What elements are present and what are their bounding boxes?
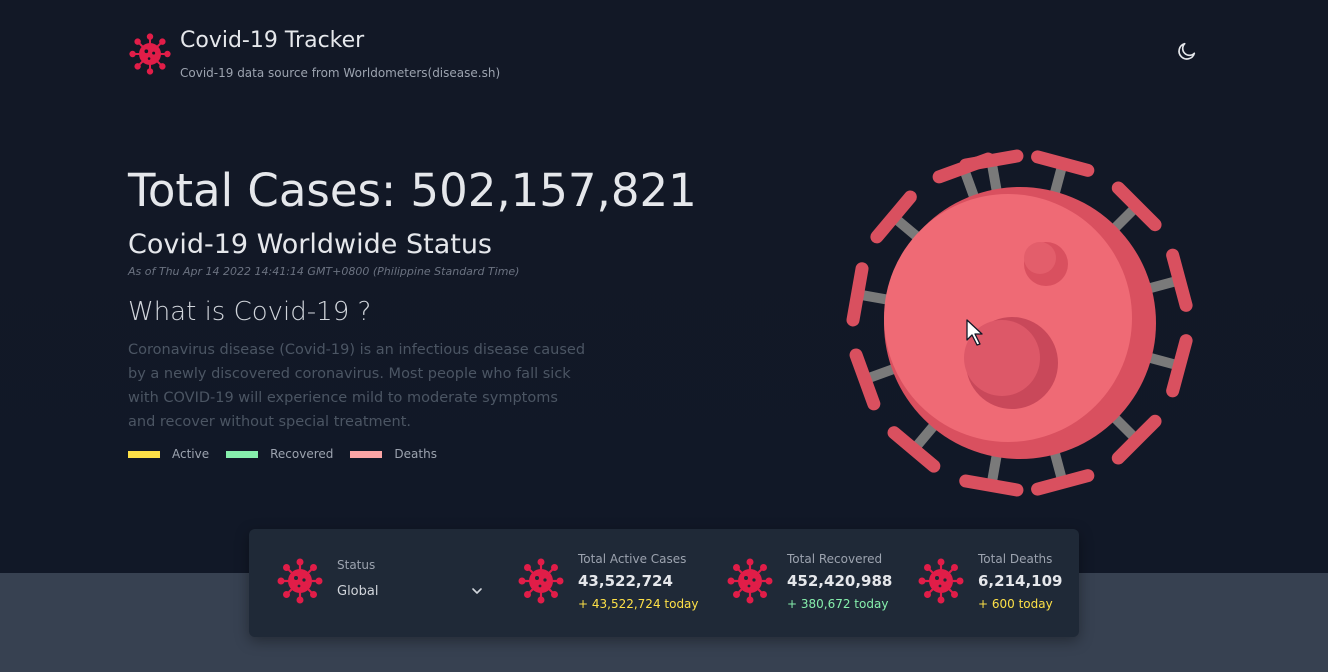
virus-spike-cap <box>846 262 869 327</box>
legend-swatch-deaths <box>350 450 383 458</box>
stat-value: 6,214,109 <box>978 572 1063 590</box>
stat-title: Total Recovered <box>787 552 883 566</box>
virus-illustration <box>846 149 1193 497</box>
status-label: Status <box>337 558 376 572</box>
legend-item-active: Active <box>128 446 209 462</box>
virus-spike-cap <box>1031 150 1095 177</box>
total-cases: Total Cases: 502,157,821 <box>128 164 697 217</box>
legend: Active Recovered Deaths <box>128 446 454 462</box>
legend-label-recovered: Recovered <box>270 447 334 461</box>
brand[interactable]: Covid-19 Tracker Covid-19 data source fr… <box>128 30 500 80</box>
stat-title: Total Active Cases <box>578 552 687 566</box>
virus-spike-cap <box>932 152 995 184</box>
virus-spike-cap <box>959 474 1024 497</box>
moon-icon <box>1178 42 1196 60</box>
stat-title: Total Deaths <box>978 552 1053 566</box>
brand-text: Covid-19 Tracker Covid-19 data source fr… <box>180 28 501 81</box>
as-of-timestamp: As of Thu Apr 14 2022 14:41:14 GMT+0800 … <box>128 265 520 278</box>
stat-today: + 43,522,724 today <box>578 597 699 611</box>
legend-label-active: Active <box>172 447 210 461</box>
virus-spike-cap <box>1166 248 1193 312</box>
virus-spike-cap <box>1031 469 1095 496</box>
description: Coronavirus disease (Covid-19) is an inf… <box>128 342 586 430</box>
legend-item-deaths: Deaths <box>350 446 437 462</box>
worldwide-status-heading: Covid-19 Worldwide Status <box>128 229 492 260</box>
stat-deaths: Total Deaths 6,214,109 + 600 today <box>978 551 1062 612</box>
stat-active: Total Active Cases 43,522,724 + 43,522,7… <box>578 551 699 612</box>
stat-today: + 380,672 today <box>787 597 889 611</box>
legend-swatch-active <box>128 450 160 458</box>
chevron-down-icon <box>472 588 482 594</box>
virus-icon <box>518 558 564 604</box>
virus-icon <box>918 558 964 604</box>
status-value: Global <box>337 583 379 599</box>
virus-icon <box>727 558 773 604</box>
stat-recovered: Total Recovered 452,420,988 + 380,672 to… <box>787 551 892 612</box>
app-subtitle: Covid-19 data source from Worldometers(d… <box>180 66 501 80</box>
app-title: Covid-19 Tracker <box>180 28 365 53</box>
what-is-heading: What is Covid-19 ? <box>128 297 372 327</box>
virus-spike-cap <box>1166 334 1193 398</box>
legend-label-deaths: Deaths <box>394 447 437 461</box>
status-select[interactable]: Global <box>335 577 485 605</box>
virus-icon <box>277 558 323 604</box>
stat-value: 452,420,988 <box>787 572 893 590</box>
legend-item-recovered: Recovered <box>226 446 333 462</box>
stat-value: 43,522,724 <box>578 572 673 590</box>
stat-today: + 600 today <box>978 597 1053 611</box>
stats-card: Status Global Total Active Cases 43,522,… <box>249 529 1079 637</box>
theme-toggle-button[interactable] <box>1174 38 1200 64</box>
virus-spike-cap <box>849 348 881 411</box>
virus-icon <box>129 33 171 75</box>
legend-swatch-recovered <box>226 450 259 458</box>
